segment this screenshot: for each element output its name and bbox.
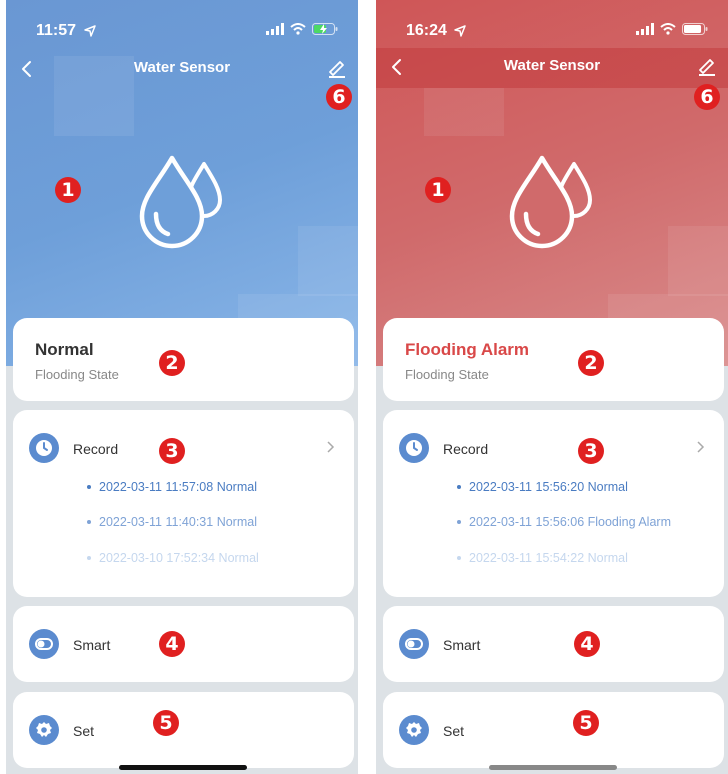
edit-button[interactable] — [696, 54, 718, 76]
record-item: 2022-03-11 11:57:08 Normal — [87, 480, 257, 494]
home-indicator[interactable] — [489, 765, 617, 770]
gear-icon — [399, 715, 429, 745]
signal-icon — [266, 22, 284, 40]
battery-charging-icon — [312, 22, 338, 40]
toggle-icon — [29, 629, 59, 659]
pencil-icon — [329, 61, 345, 78]
nav-bar: Water Sensor — [376, 48, 728, 88]
flooding-state-label: Flooding State — [35, 367, 119, 382]
set-card[interactable]: Set 5 — [383, 692, 724, 768]
record-item: 2022-03-11 11:40:31 Normal — [87, 515, 257, 529]
clock-icon — [29, 433, 59, 463]
record-item: 2022-03-10 17:52:34 Normal — [87, 551, 259, 565]
home-indicator[interactable] — [119, 765, 247, 770]
pencil-icon — [699, 59, 715, 76]
chevron-right-icon — [326, 440, 336, 454]
status-time: 11:57 — [36, 22, 77, 39]
record-card[interactable]: Record 3 2022-03-11 11:57:08 Normal 2022… — [13, 410, 354, 597]
callout-marker-2: 2 — [578, 350, 604, 376]
clock-icon — [399, 433, 429, 463]
callout-marker-4: 4 — [574, 631, 600, 657]
record-item: 2022-03-11 15:56:20 Normal — [457, 480, 628, 494]
nav-bar: Water Sensor — [6, 50, 358, 86]
flooding-state-card: Flooding Alarm Flooding State 2 — [383, 318, 724, 401]
battery-icon — [682, 22, 708, 40]
toggle-icon — [399, 629, 429, 659]
callout-marker-3: 3 — [578, 438, 604, 464]
callout-marker-5: 5 — [153, 710, 179, 736]
water-drops-icon — [504, 154, 600, 250]
signal-icon — [636, 22, 654, 40]
status-time: 16:24 — [406, 22, 447, 39]
set-label: Set — [443, 723, 465, 739]
smart-card[interactable]: Smart 4 — [13, 606, 354, 682]
chevron-right-icon — [696, 440, 706, 454]
callout-marker-1: 1 — [425, 177, 451, 203]
callout-marker-4: 4 — [159, 631, 185, 657]
phone-screen-alarm: 16:24 Water Sensor 1 6 Flooding Alarm Fl… — [376, 0, 728, 774]
gear-icon — [29, 715, 59, 745]
location-arrow-icon — [84, 24, 96, 42]
callout-marker-6: 6 — [694, 84, 720, 110]
record-card[interactable]: Record 3 2022-03-11 15:56:20 Normal 2022… — [383, 410, 724, 597]
flooding-state-label: Flooding State — [405, 367, 489, 382]
edit-button[interactable] — [326, 56, 348, 78]
smart-card[interactable]: Smart 4 — [383, 606, 724, 682]
location-arrow-icon — [454, 24, 466, 42]
record-label: Record — [73, 441, 119, 457]
smart-label: Smart — [73, 637, 111, 653]
set-card[interactable]: Set 5 — [13, 692, 354, 768]
callout-marker-5: 5 — [573, 710, 599, 736]
water-drops-icon — [134, 154, 230, 250]
flooding-state-card: Normal Flooding State 2 — [13, 318, 354, 401]
flooding-state-value: Flooding Alarm — [405, 340, 530, 359]
record-item: 2022-03-11 15:54:22 Normal — [457, 551, 628, 565]
page-title: Water Sensor — [133, 59, 231, 76]
smart-label: Smart — [443, 637, 481, 653]
record-item: 2022-03-11 15:56:06 Flooding Alarm — [457, 515, 671, 529]
flooding-state-value: Normal — [35, 340, 94, 359]
callout-marker-6: 6 — [326, 84, 352, 110]
callout-marker-2: 2 — [159, 350, 185, 376]
record-label: Record — [443, 441, 489, 457]
wifi-icon — [660, 22, 676, 40]
set-label: Set — [73, 723, 95, 739]
callout-marker-3: 3 — [159, 438, 185, 464]
status-bar: 11:57 — [6, 0, 358, 56]
callout-marker-1: 1 — [55, 177, 81, 203]
page-title: Water Sensor — [503, 57, 601, 74]
phone-screen-normal: 11:57 Water Sensor 1 6 Normal Flooding S… — [6, 0, 358, 774]
wifi-icon — [290, 22, 306, 40]
